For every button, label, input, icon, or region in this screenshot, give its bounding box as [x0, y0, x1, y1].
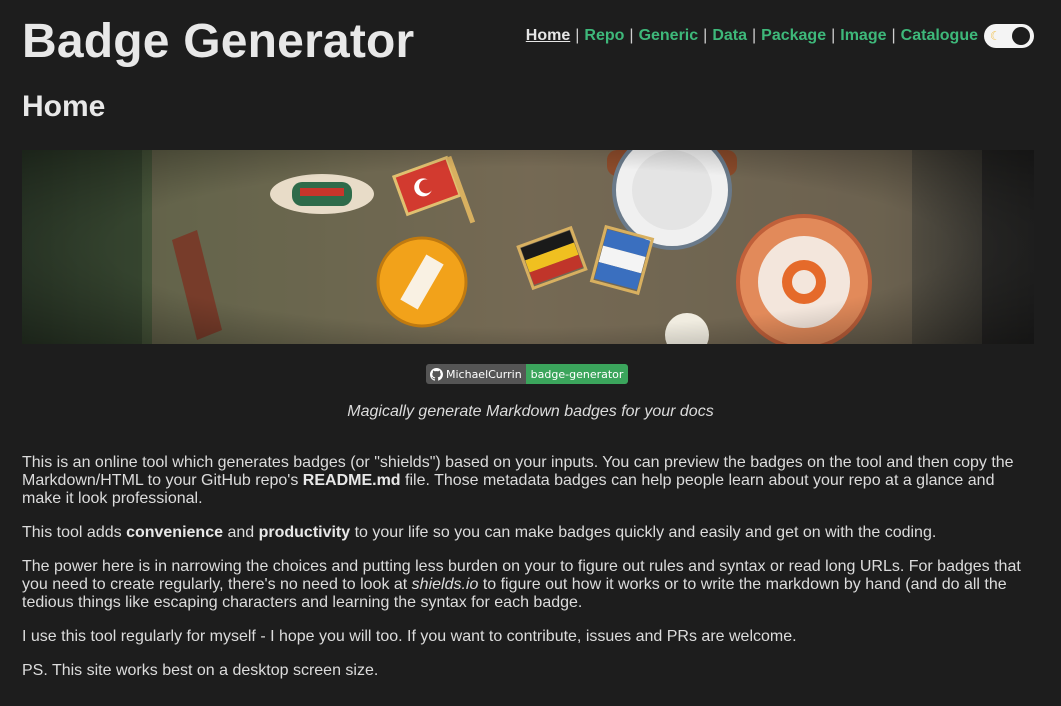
nav-separator: |	[703, 27, 708, 44]
nav-separator: |	[629, 27, 634, 44]
repo-badge[interactable]: MichaelCurrin badge-generator	[426, 364, 629, 384]
nav-link-data[interactable]: Data	[712, 27, 747, 45]
intro-content: This is an online tool which generates b…	[22, 454, 1034, 696]
nav-separator: |	[575, 27, 580, 44]
site-title: Badge Generator	[22, 15, 415, 68]
intro-paragraph-1: This is an online tool which generates b…	[22, 454, 1034, 508]
nav-link-repo[interactable]: Repo	[584, 27, 624, 45]
github-icon	[430, 367, 443, 381]
nav-link-package[interactable]: Package	[761, 27, 826, 45]
badge-right: badge-generator	[525, 364, 629, 384]
badge-left-label: MichaelCurrin	[446, 367, 522, 381]
emphasis-productivity: productivity	[258, 524, 351, 541]
moon-icon: ☾	[990, 29, 1001, 43]
nav-link-image[interactable]: Image	[840, 27, 886, 45]
nav-link-home[interactable]: Home	[526, 27, 570, 45]
tagline: Magically generate Markdown badges for y…	[347, 403, 714, 420]
intro-paragraph-3: The power here is in narrowing the choic…	[22, 558, 1034, 612]
emphasis-convenience: convenience	[126, 524, 223, 541]
nav-separator: |	[891, 27, 896, 44]
hero-image-art	[22, 150, 1034, 344]
intro-paragraph-5: PS. This site works best on a desktop sc…	[22, 662, 379, 679]
badge-left: MichaelCurrin	[426, 364, 526, 384]
text: to your life so you can make badges quic…	[350, 524, 937, 541]
nav-separator: |	[752, 27, 757, 44]
intro-paragraph-2: This tool adds convenience and productiv…	[22, 524, 1034, 542]
page: Badge Generator Home | Repo | Generic | …	[0, 0, 1061, 706]
text: This tool adds	[22, 524, 127, 541]
shields-io-mention: shields.io	[411, 576, 479, 593]
readme-filename: README.md	[302, 472, 401, 489]
nav-link-catalogue[interactable]: Catalogue	[901, 27, 978, 45]
hero-image	[22, 150, 1034, 344]
main-nav: Home | Repo | Generic | Data | Package |…	[526, 24, 1034, 48]
nav-separator: |	[831, 27, 836, 44]
nav-link-generic[interactable]: Generic	[639, 27, 699, 45]
text: and	[223, 524, 259, 541]
intro-paragraph-4: I use this tool regularly for myself - I…	[22, 628, 797, 645]
page-heading: Home	[22, 90, 106, 123]
theme-toggle[interactable]: ☾	[984, 24, 1034, 48]
toggle-knob	[1012, 27, 1030, 45]
